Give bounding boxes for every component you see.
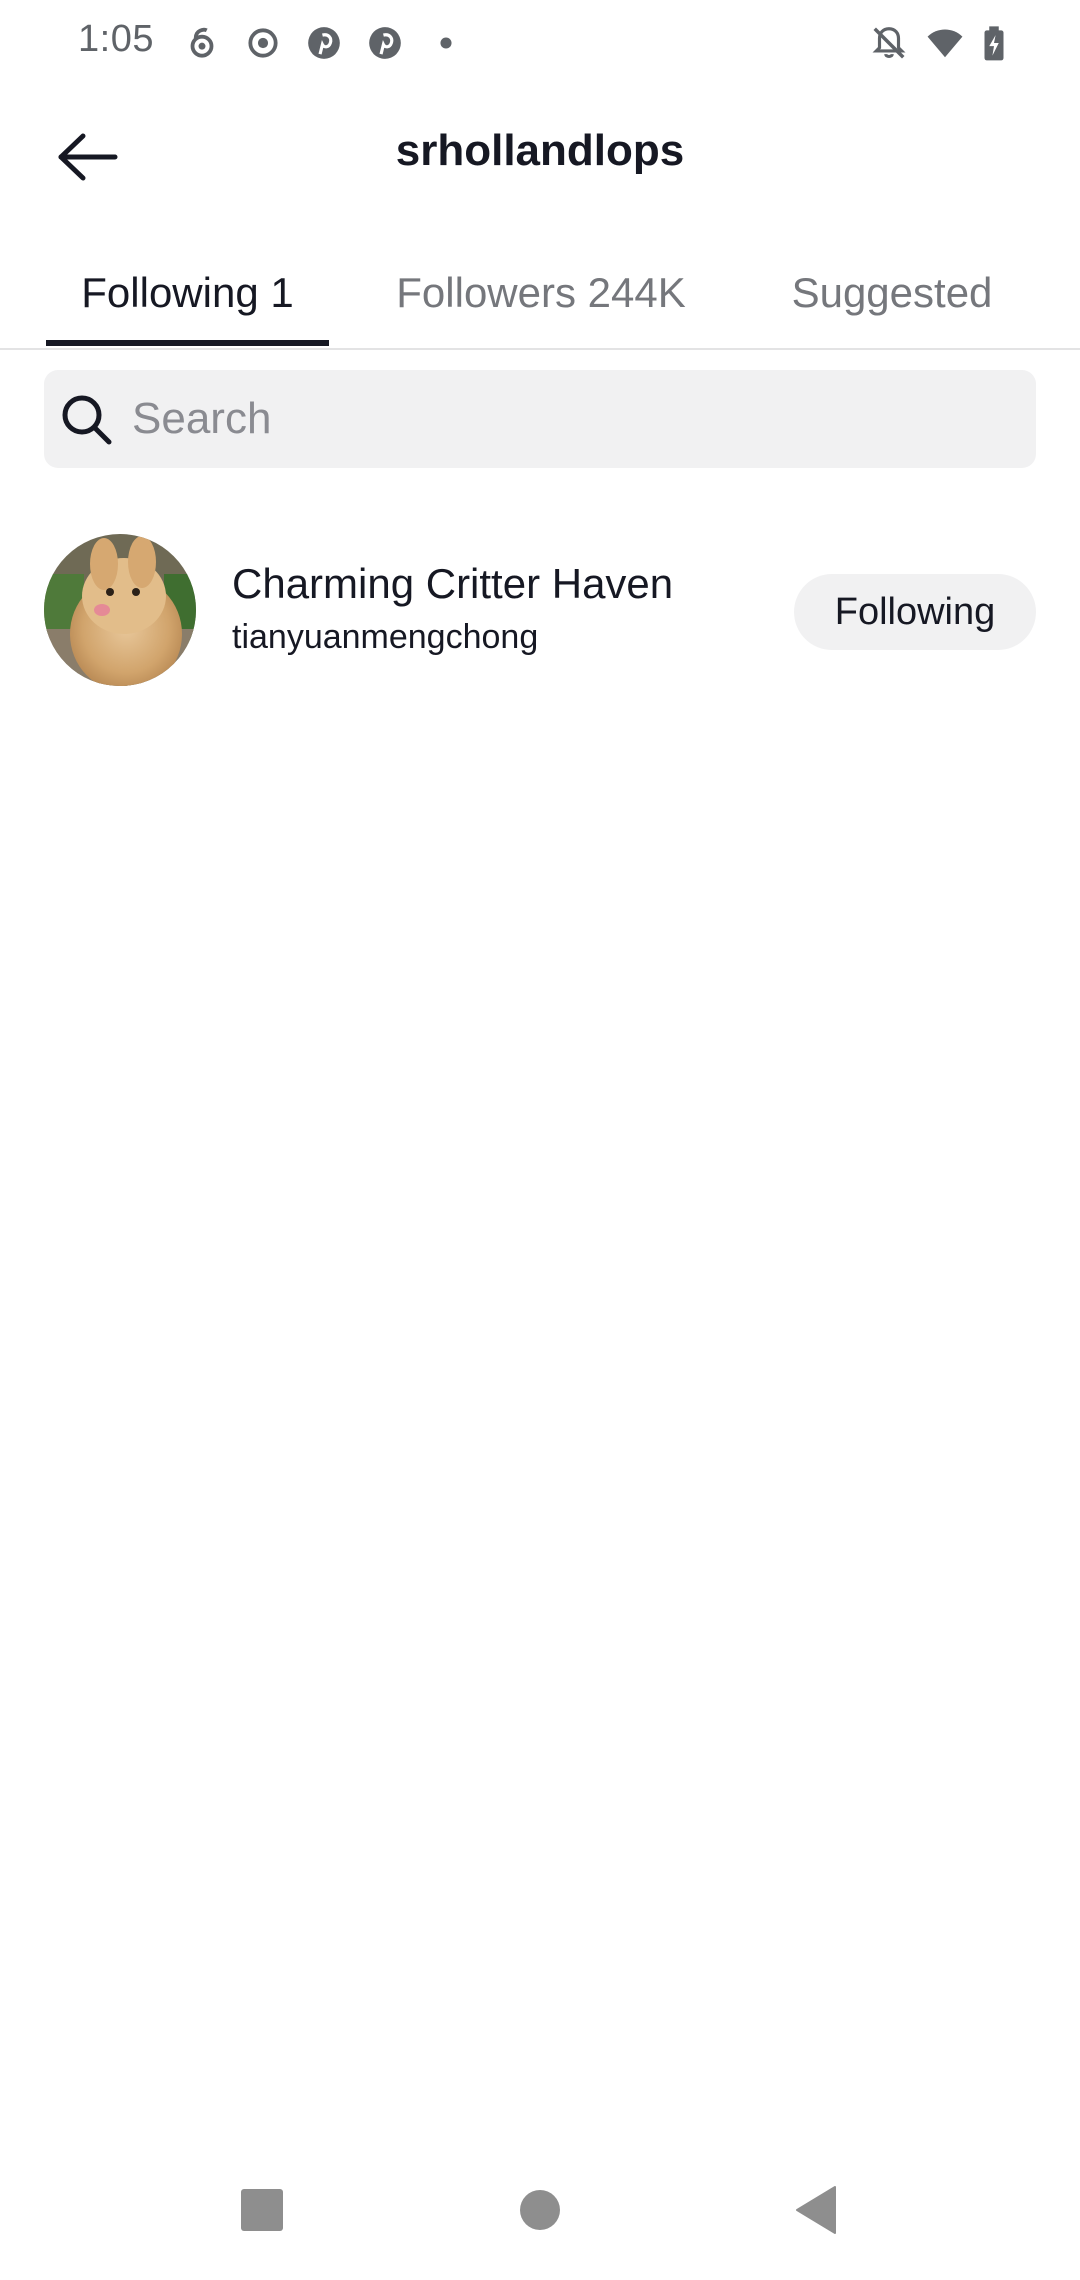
tab-suggested[interactable]: Suggested bbox=[760, 240, 1024, 346]
user-handle: tianyuanmengchong bbox=[232, 618, 539, 656]
header: srhollandlops bbox=[0, 100, 1080, 210]
user-display-name: Charming Critter Haven bbox=[232, 560, 674, 607]
tab-label: Followers 244K bbox=[396, 269, 686, 316]
dot-icon bbox=[427, 24, 465, 62]
screen: 1:05 srhollandlops Following 1 Followers… bbox=[0, 0, 1080, 2280]
record-icon bbox=[244, 24, 282, 62]
user-list-item[interactable]: Charming Critter Haven tianyuanmengchong… bbox=[0, 530, 1080, 690]
status-bar: 1:05 bbox=[0, 0, 1080, 88]
app-notification-icon bbox=[183, 24, 221, 62]
tab-following[interactable]: Following 1 bbox=[46, 240, 329, 346]
tab-followers[interactable]: Followers 244K bbox=[370, 240, 712, 346]
following-button[interactable]: Following bbox=[794, 574, 1036, 650]
pinterest-icon bbox=[305, 24, 343, 62]
avatar[interactable] bbox=[44, 534, 196, 686]
wifi-icon bbox=[926, 24, 964, 62]
pinterest-icon bbox=[366, 24, 404, 62]
battery-charging-icon bbox=[975, 24, 1013, 62]
home-circle-icon bbox=[520, 2190, 560, 2230]
recents-square-icon bbox=[241, 2189, 283, 2231]
system-nav-bar bbox=[0, 2140, 1080, 2280]
back-triangle-icon bbox=[796, 2186, 836, 2234]
tab-label: Following 1 bbox=[81, 269, 294, 316]
active-tab-indicator bbox=[46, 340, 329, 346]
home-button[interactable] bbox=[500, 2170, 580, 2250]
tab-label: Suggested bbox=[791, 269, 993, 316]
recents-button[interactable] bbox=[222, 2170, 302, 2250]
search-input[interactable] bbox=[130, 393, 1014, 445]
tab-bar: Following 1 Followers 244K Suggested bbox=[0, 240, 1080, 350]
page-title: srhollandlops bbox=[395, 126, 685, 175]
search-bar[interactable] bbox=[44, 370, 1036, 468]
search-icon bbox=[58, 391, 114, 447]
nav-back-button[interactable] bbox=[776, 2170, 856, 2250]
status-time: 1:05 bbox=[78, 18, 154, 60]
bell-off-icon bbox=[870, 24, 908, 62]
